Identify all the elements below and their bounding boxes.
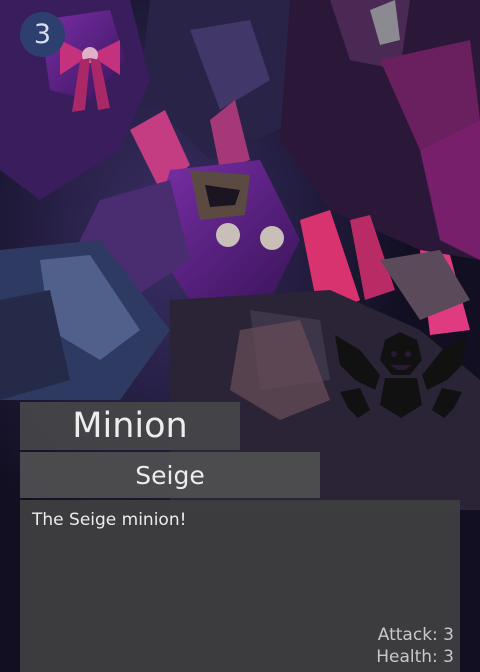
attack-value: 3 [443,625,454,645]
card-name-plate: Minion [20,402,240,450]
attack-stat: Attack: 3 [376,624,454,646]
health-value: 3 [443,647,454,667]
card[interactable]: 3 Minion Seige The Seige minion! Attack:… [0,0,480,672]
mana-cost-badge: 3 [20,12,65,57]
card-type: Seige [135,460,205,490]
card-description: The Seige minion! [32,510,187,530]
faction-emblem-icon [335,332,467,418]
attack-label: Attack: [377,625,438,645]
health-stat: Health: 3 [376,646,454,668]
card-name: Minion [72,406,188,446]
card-stats: Attack: 3 Health: 3 [376,624,454,668]
card-text-box: The Seige minion! Attack: 3 Health: 3 [20,500,460,672]
mana-cost-value: 3 [33,19,52,50]
health-label: Health: [376,647,438,667]
card-type-plate: Seige [20,452,320,498]
